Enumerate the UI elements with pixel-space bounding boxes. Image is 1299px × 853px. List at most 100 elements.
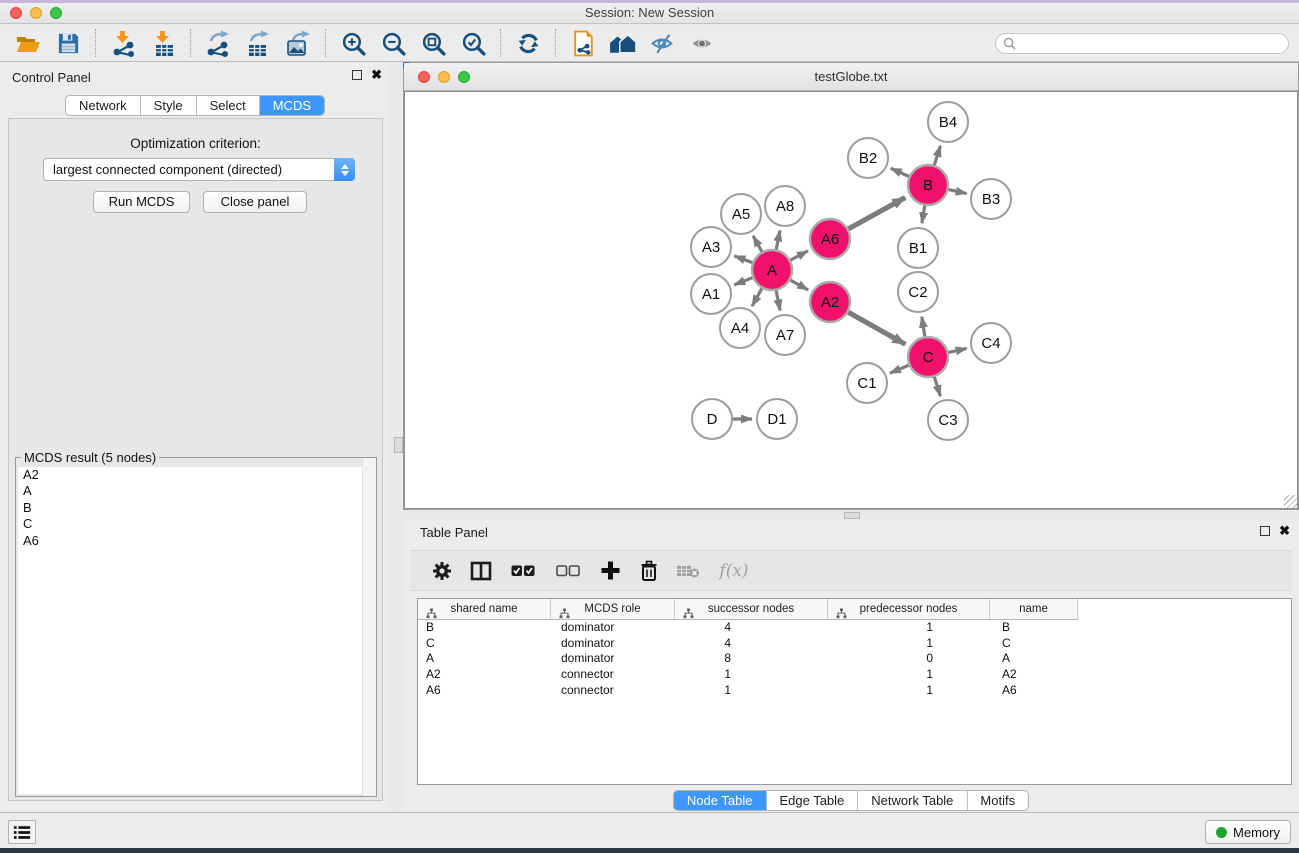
task-history-button[interactable]	[8, 820, 36, 844]
tab-node-table[interactable]: Node Table	[674, 791, 767, 810]
select-all-button[interactable]	[508, 559, 538, 583]
zoom-in-button[interactable]	[333, 27, 373, 59]
save-session-button[interactable]	[48, 27, 88, 59]
tab-edge-table[interactable]: Edge Table	[766, 791, 858, 810]
node-A2[interactable]: A2	[810, 282, 850, 322]
node-B4[interactable]: B4	[928, 102, 968, 142]
delete-table-button[interactable]	[676, 559, 700, 583]
table-row-a6[interactable]: A6connector11A6	[418, 683, 1291, 699]
show-columns-button[interactable]	[469, 559, 493, 583]
window-resize-grip[interactable]	[1284, 495, 1297, 508]
tab-select[interactable]: Select	[197, 96, 260, 115]
refresh-layout-button[interactable]	[508, 27, 548, 59]
tab-style[interactable]: Style	[141, 96, 197, 115]
run-mcds-button[interactable]: Run MCDS	[93, 191, 190, 213]
search-input[interactable]	[1020, 35, 1288, 52]
import-network-button[interactable]	[103, 27, 143, 59]
close-panel-button[interactable]: Close panel	[203, 191, 307, 213]
delete-row-button[interactable]	[637, 559, 661, 583]
edge-A-A1[interactable]	[734, 277, 753, 285]
show-eye-button[interactable]	[683, 27, 723, 59]
table-row-a[interactable]: Adominator80A	[418, 651, 1291, 667]
splitter-toggle-left[interactable]	[394, 437, 403, 453]
column-header-successor-nodes[interactable]: successor nodes	[675, 599, 828, 620]
close-panel-icon[interactable]: ✖	[371, 69, 382, 81]
edge-C-C1[interactable]	[890, 365, 910, 373]
network-canvas[interactable]: B4 B2 B B3 A8A5 A6 B1 A3 A C2 A1 A2 A4A7 C4 C C1 C3 D D1	[404, 91, 1298, 509]
node-A3[interactable]: A3	[691, 227, 731, 267]
import-table-button[interactable]	[143, 27, 183, 59]
node-A[interactable]: A	[752, 250, 792, 290]
result-scrollbar[interactable]	[362, 458, 376, 796]
node-C3[interactable]: C3	[928, 400, 968, 440]
hide-eye-button[interactable]	[643, 27, 683, 59]
table-row-b[interactable]: Bdominator41B	[418, 620, 1291, 636]
edge-A-A8[interactable]	[776, 230, 780, 250]
open-session-button[interactable]	[8, 27, 48, 59]
table-row-a2[interactable]: A2connector11A2	[418, 667, 1291, 683]
result-item-a6[interactable]: A6	[18, 533, 374, 549]
result-item-b[interactable]: B	[18, 500, 374, 516]
tab-motifs[interactable]: Motifs	[967, 791, 1028, 810]
zoom-fit-button[interactable]	[413, 27, 453, 59]
node-A5[interactable]: A5	[721, 194, 761, 234]
edge-A-A2[interactable]	[790, 280, 809, 290]
table-settings-button[interactable]	[430, 559, 454, 583]
edge-A-A7[interactable]	[776, 290, 780, 311]
node-B[interactable]: B	[908, 165, 948, 205]
tab-network[interactable]: Network	[66, 96, 141, 115]
edge-B-B3[interactable]	[948, 189, 967, 193]
node-A8[interactable]: A8	[765, 186, 805, 226]
zoom-selected-button[interactable]	[453, 27, 493, 59]
float-table-panel-icon[interactable]	[1260, 526, 1270, 536]
column-header-shared-name[interactable]: shared name	[418, 599, 551, 620]
node-A4[interactable]: A4	[720, 308, 760, 348]
network-window-titlebar[interactable]: testGlobe.txt	[404, 63, 1298, 91]
edge-B-B1[interactable]	[922, 205, 925, 224]
column-header-name[interactable]: name	[990, 599, 1078, 620]
edge-A-A3[interactable]	[734, 256, 753, 263]
node-B1[interactable]: B1	[898, 228, 938, 268]
edge-A6-B[interactable]	[848, 198, 906, 230]
result-item-a[interactable]: A	[18, 483, 374, 499]
node-A7[interactable]: A7	[765, 315, 805, 355]
edge-B-B4[interactable]	[934, 146, 940, 166]
splitter-toggle-bottom[interactable]	[844, 512, 860, 519]
result-item-a2[interactable]: A2	[18, 467, 374, 483]
float-panel-icon[interactable]	[352, 70, 362, 80]
memory-button[interactable]: Memory	[1205, 820, 1291, 844]
node-D1[interactable]: D1	[757, 399, 797, 439]
tab-network-table[interactable]: Network Table	[858, 791, 967, 810]
edge-B-B2[interactable]	[891, 168, 910, 177]
criterion-dropdown[interactable]: largest connected component (directed)	[43, 158, 355, 181]
edge-A2-C[interactable]	[847, 312, 905, 344]
node-D[interactable]: D	[692, 399, 732, 439]
function-builder-button[interactable]: f(x)	[715, 559, 753, 583]
node-C[interactable]: C	[908, 337, 948, 377]
node-C2[interactable]: C2	[898, 272, 938, 312]
node-B3[interactable]: B3	[971, 179, 1011, 219]
edge-C-C2[interactable]	[922, 317, 925, 338]
node-A6[interactable]: A6	[810, 219, 850, 259]
export-network-button[interactable]	[198, 27, 238, 59]
column-header-mcds-role[interactable]: MCDS role	[551, 599, 675, 620]
deselect-all-button[interactable]	[553, 559, 583, 583]
export-image-button[interactable]	[278, 27, 318, 59]
node-C4[interactable]: C4	[971, 323, 1011, 363]
edge-C-C4[interactable]	[948, 348, 967, 352]
node-C1[interactable]: C1	[847, 363, 887, 403]
edge-A-A5[interactable]	[753, 236, 762, 253]
edge-C-C3[interactable]	[934, 376, 940, 396]
edge-A-A4[interactable]	[752, 288, 762, 307]
column-header-predecessor-nodes[interactable]: predecessor nodes	[828, 599, 990, 620]
close-table-panel-icon[interactable]: ✖	[1279, 525, 1290, 537]
add-row-button[interactable]	[598, 559, 622, 583]
edge-A-A6[interactable]	[790, 251, 808, 261]
node-A1[interactable]: A1	[691, 274, 731, 314]
tab-mcds[interactable]: MCDS	[260, 96, 324, 115]
node-B2[interactable]: B2	[848, 138, 888, 178]
clone-network-button[interactable]	[563, 27, 603, 59]
table-row-c[interactable]: Cdominator41C	[418, 636, 1291, 652]
zoom-out-button[interactable]	[373, 27, 413, 59]
result-item-c[interactable]: C	[18, 516, 374, 532]
